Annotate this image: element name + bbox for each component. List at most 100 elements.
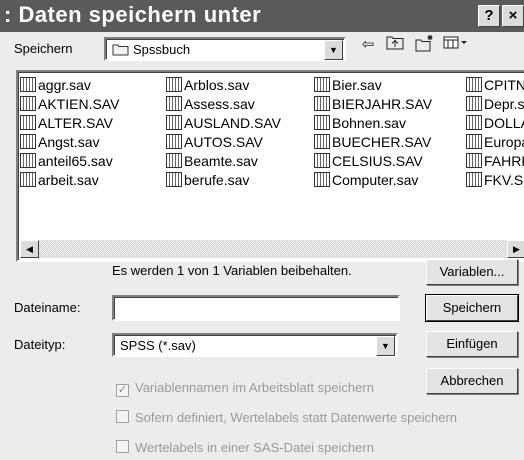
checkbox-icon[interactable] <box>116 440 129 453</box>
spss-file-icon <box>466 77 482 92</box>
spss-file-icon <box>166 172 182 187</box>
dialog-title: : Daten speichern unter <box>4 2 262 27</box>
back-icon[interactable]: ⇦ <box>357 34 379 56</box>
spss-file-icon <box>466 134 482 149</box>
spss-file-icon <box>20 134 36 149</box>
file-name: FKV.S. <box>484 172 524 188</box>
up-one-level-icon[interactable] <box>384 34 406 56</box>
option-label: Sofern definiert, Wertelabels statt Date… <box>135 410 458 425</box>
file-name: Assess.sav <box>184 96 255 112</box>
file-item[interactable]: BUECHER.SAV <box>314 133 432 152</box>
file-item[interactable]: CPITNA <box>466 76 524 95</box>
file-name: Depr.s <box>484 96 524 112</box>
file-item[interactable]: Bohnen.sav <box>314 114 432 133</box>
file-item[interactable]: Computer.sav <box>314 171 432 190</box>
file-item[interactable]: FKV.S. <box>466 171 524 190</box>
new-folder-icon[interactable] <box>414 34 436 56</box>
spss-file-icon <box>314 77 330 92</box>
cancel-button[interactable]: Abbrechen <box>426 368 518 394</box>
save-data-dialog: : Daten speichern unter ? × Speichern Sp… <box>0 0 524 460</box>
file-item[interactable]: AUSLAND.SAV <box>166 114 281 133</box>
file-item[interactable]: Assess.sav <box>166 95 281 114</box>
file-column-3: Bier.sav BIERJAHR.SAV Bohnen.sav BUECHER… <box>314 76 432 190</box>
filetype-value: SPSS (*.sav) <box>120 338 196 353</box>
file-name: Europa <box>484 134 524 150</box>
paste-button[interactable]: Einfügen <box>426 331 518 357</box>
file-name: AKTIEN.SAV <box>38 96 120 112</box>
spss-file-icon <box>466 115 482 130</box>
file-name: Computer.sav <box>332 172 419 188</box>
option-use-value-labels[interactable]: Sofern definiert, Wertelabels statt Date… <box>116 410 457 425</box>
horizontal-scrollbar[interactable]: ◀ ▶ <box>20 240 524 258</box>
file-name: ALTER.SAV <box>38 115 113 131</box>
file-name: anteil65.sav <box>38 153 113 169</box>
filetype-select[interactable]: SPSS (*.sav) ▼ <box>112 333 398 357</box>
save-in-label: Speichern <box>14 41 73 56</box>
help-button[interactable]: ? <box>478 5 500 27</box>
option-label: Wertelabels in einer SAS-Datei speichern <box>135 440 374 455</box>
checkbox-icon[interactable] <box>116 410 129 423</box>
file-name: DOLLA <box>484 115 524 131</box>
file-column-1: aggr.sav AKTIEN.SAV ALTER.SAV Angst.sav … <box>20 76 119 190</box>
spss-file-icon <box>20 172 36 187</box>
file-list[interactable]: aggr.sav AKTIEN.SAV ALTER.SAV Angst.sav … <box>16 70 524 262</box>
file-column-2: Arblos.sav Assess.sav AUSLAND.SAV AUTOS.… <box>166 76 281 190</box>
chevron-down-icon[interactable]: ▼ <box>376 336 395 356</box>
spss-file-icon <box>166 153 182 168</box>
file-name: berufe.sav <box>184 172 250 188</box>
file-name: aggr.sav <box>38 77 91 93</box>
filename-label: Dateiname: <box>14 300 81 315</box>
spss-file-icon <box>314 153 330 168</box>
filetype-label: Dateityp: <box>14 337 66 352</box>
filename-input[interactable] <box>112 295 400 321</box>
file-name: BIERJAHR.SAV <box>332 96 433 112</box>
folder-icon <box>112 44 129 56</box>
spss-file-icon <box>166 96 182 111</box>
variables-button[interactable]: Variablen... <box>426 259 518 285</box>
file-item[interactable]: arbeit.sav <box>20 171 119 190</box>
save-in-folder-name: Spssbuch <box>133 42 191 57</box>
file-item[interactable]: Angst.sav <box>20 133 119 152</box>
file-item[interactable]: BIERJAHR.SAV <box>314 95 432 114</box>
file-name: Beamte.sav <box>184 153 258 169</box>
file-name: CPITNA <box>484 77 524 93</box>
file-item[interactable]: Bier.sav <box>314 76 432 95</box>
file-item[interactable]: ALTER.SAV <box>20 114 119 133</box>
spss-file-icon <box>166 77 182 92</box>
checkbox-checked-icon[interactable]: ✓ <box>116 384 129 397</box>
chevron-down-icon[interactable]: ▼ <box>324 40 343 60</box>
title-bar[interactable]: : Daten speichern unter ? × <box>0 0 524 32</box>
spss-file-icon <box>466 172 482 187</box>
scroll-left-icon[interactable]: ◀ <box>20 240 39 258</box>
file-item[interactable]: Beamte.sav <box>166 152 281 171</box>
spss-file-icon <box>20 77 36 92</box>
save-button[interactable]: Speichern <box>425 294 519 322</box>
file-name: FAHRR <box>484 153 524 169</box>
spss-file-icon <box>20 115 36 130</box>
spss-file-icon <box>314 115 330 130</box>
file-item[interactable]: FAHRR <box>466 152 524 171</box>
file-item[interactable]: AUTOS.SAV <box>166 133 281 152</box>
spss-file-icon <box>466 153 482 168</box>
file-item[interactable]: Europa <box>466 133 524 152</box>
option-save-varnames[interactable]: ✓ Variablennamen im Arbeitsblatt speicher… <box>116 380 374 397</box>
file-name: BUECHER.SAV <box>332 134 432 150</box>
file-item[interactable]: berufe.sav <box>166 171 281 190</box>
file-name: Bohnen.sav <box>332 115 406 131</box>
spss-file-icon <box>314 134 330 149</box>
option-sas-value-labels[interactable]: Wertelabels in einer SAS-Datei speichern <box>116 440 374 455</box>
save-in-combo[interactable]: Spssbuch ▼ <box>104 37 346 61</box>
scroll-right-icon[interactable]: ▶ <box>507 240 524 258</box>
file-item[interactable]: DOLLA <box>466 114 524 133</box>
close-button[interactable]: × <box>502 5 524 27</box>
option-label: Variablennamen im Arbeitsblatt speichern <box>135 380 374 395</box>
file-name: CELSIUS.SAV <box>332 153 423 169</box>
view-menu-icon[interactable] <box>442 34 470 56</box>
file-item[interactable]: CELSIUS.SAV <box>314 152 432 171</box>
file-item[interactable]: Arblos.sav <box>166 76 281 95</box>
file-item[interactable]: AKTIEN.SAV <box>20 95 119 114</box>
file-item[interactable]: Depr.s <box>466 95 524 114</box>
file-item[interactable]: anteil65.sav <box>20 152 119 171</box>
file-item[interactable]: aggr.sav <box>20 76 119 95</box>
variables-info-text: Es werden 1 von 1 Variablen beibehalten. <box>112 263 352 278</box>
